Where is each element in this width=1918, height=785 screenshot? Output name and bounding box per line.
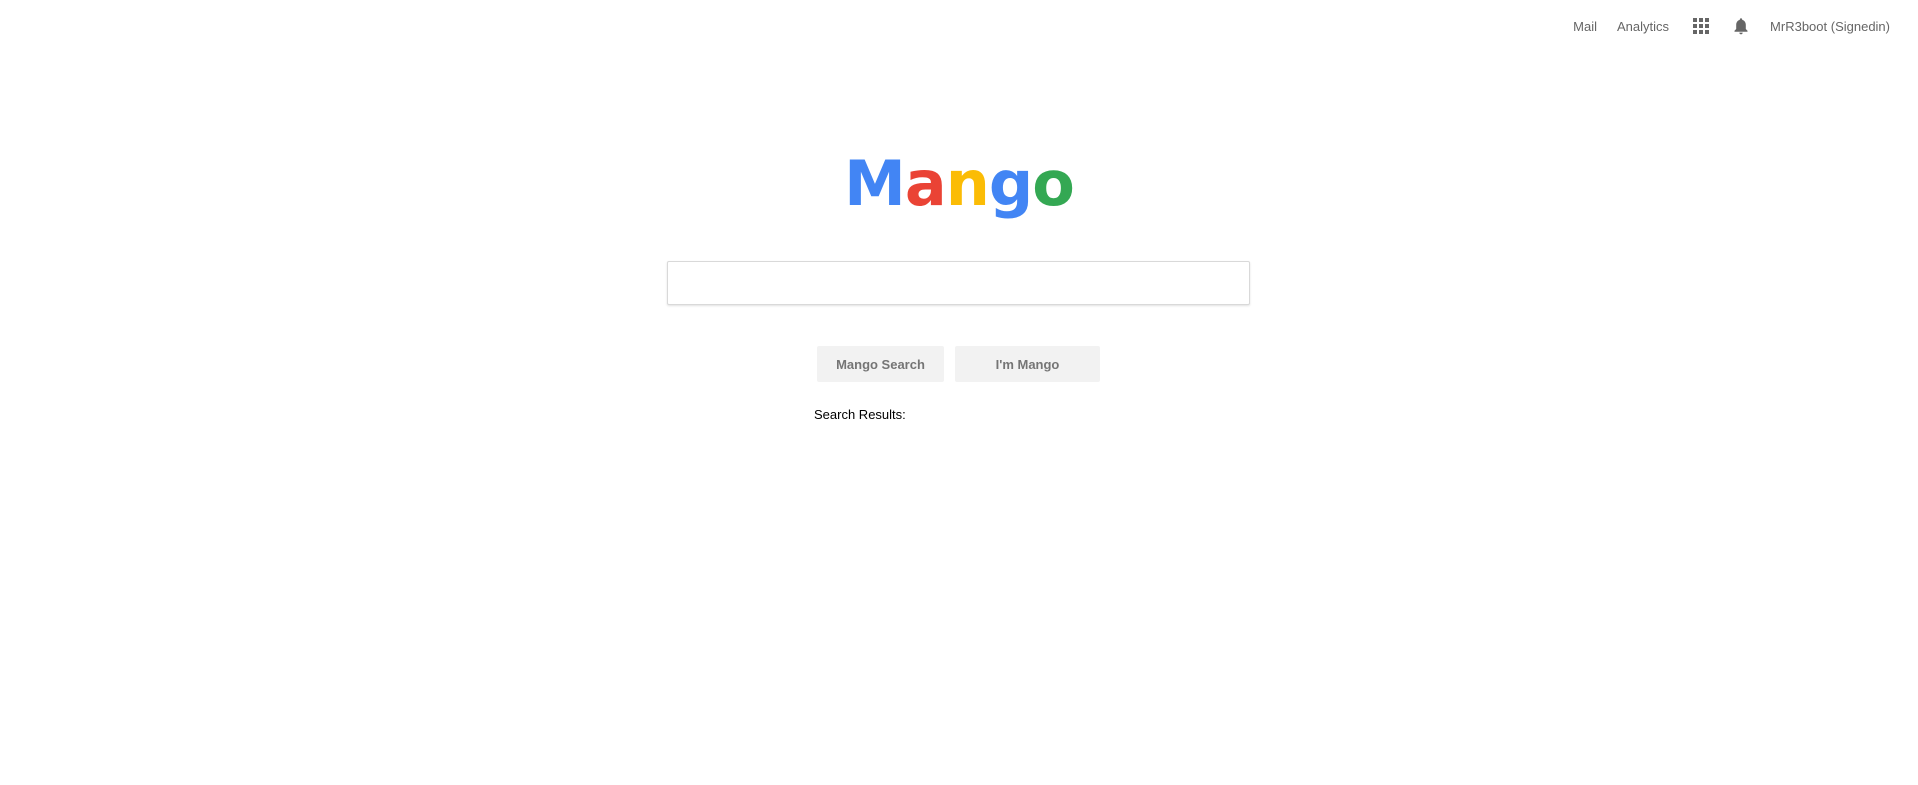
search-input[interactable] xyxy=(667,261,1250,305)
logo-letter-a: a xyxy=(904,147,947,220)
logo-letter-g: g xyxy=(988,147,1033,220)
mango-search-button[interactable]: Mango Search xyxy=(817,346,944,382)
top-navigation: Mail Analytics MrR3boot (Signedin) xyxy=(1573,14,1890,38)
bell-icon[interactable] xyxy=(1733,17,1749,35)
mango-logo: Mango xyxy=(0,148,1918,220)
im-mango-button[interactable]: I'm Mango xyxy=(955,346,1100,382)
analytics-link[interactable]: Analytics xyxy=(1617,19,1669,34)
logo-letter-m: M xyxy=(844,147,906,220)
apps-grid-icon[interactable] xyxy=(1693,18,1710,34)
page: Mail Analytics MrR3boot (Signedin) Mango… xyxy=(0,0,1918,785)
logo-letter-n: n xyxy=(945,147,990,220)
mail-link[interactable]: Mail xyxy=(1573,19,1597,34)
user-account-link[interactable]: MrR3boot (Signedin) xyxy=(1770,19,1890,34)
logo-letter-o: o xyxy=(1032,147,1075,220)
search-results-label: Search Results: xyxy=(814,407,906,422)
